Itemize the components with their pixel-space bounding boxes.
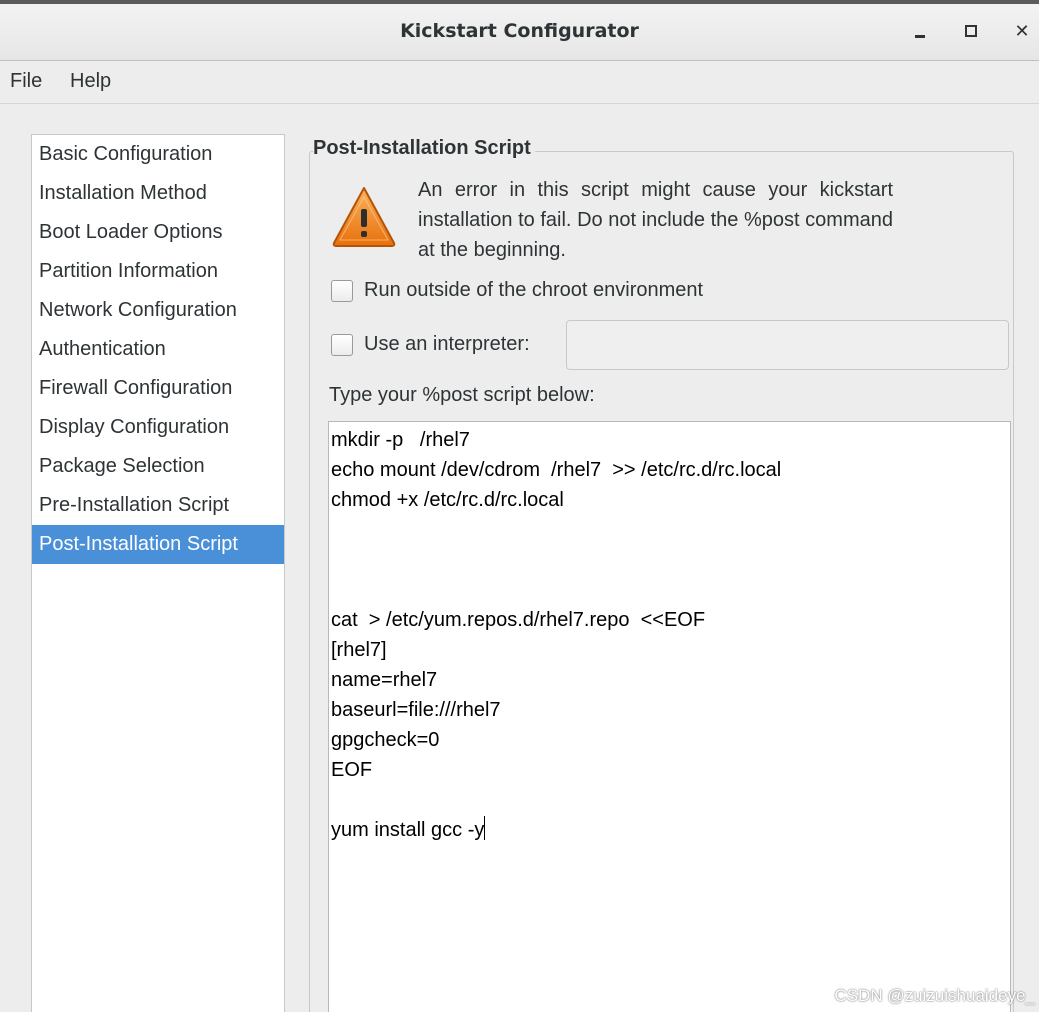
close-button[interactable]: ✕ [1008, 17, 1036, 45]
interpreter-option[interactable]: Use an interpreter: [331, 333, 530, 356]
chroot-option[interactable]: Run outside of the chroot environment [331, 279, 703, 302]
sidebar-item-installation-method[interactable]: Installation Method [32, 174, 284, 213]
script-line: name=rhel7 [331, 669, 438, 691]
close-icon: ✕ [1014, 20, 1030, 42]
script-line: baseurl=file:///rhel7 [331, 699, 501, 721]
script-line: cat > /etc/yum.repos.d/rhel7.repo <<EOF [331, 609, 706, 631]
chroot-checkbox[interactable] [331, 279, 353, 302]
script-line: chmod +x /etc/rc.d/rc.local [331, 489, 564, 511]
sidebar-item-partition-information[interactable]: Partition Information [32, 252, 284, 291]
panel-title: Post-Installation Script [313, 137, 535, 160]
script-line: yum install gcc -y [331, 815, 1010, 845]
background-window-edge [0, 0, 1039, 4]
sidebar-item-display-configuration[interactable]: Display Configuration [32, 408, 284, 447]
interpreter-checkbox[interactable] [331, 333, 353, 356]
sidebar-item-authentication[interactable]: Authentication [32, 330, 284, 369]
chroot-label: Run outside of the chroot environment [364, 279, 704, 301]
menu-help[interactable]: Help [70, 70, 111, 93]
sidebar-item-boot-loader-options[interactable]: Boot Loader Options [32, 213, 284, 252]
section-list: Basic Configuration Installation Method … [31, 134, 285, 1012]
minimize-button[interactable] [906, 17, 934, 45]
sidebar-item-post-installation-script[interactable]: Post-Installation Script [32, 525, 284, 564]
title-bar[interactable]: Kickstart Configurator ✕ [0, 0, 1039, 61]
script-line [331, 785, 1010, 815]
watermark: CSDN @zuizuishuaideye_ [834, 986, 1035, 1005]
sidebar-item-package-selection[interactable]: Package Selection [32, 447, 284, 486]
script-line: gpgcheck=0 [331, 729, 440, 751]
maximize-icon [965, 25, 977, 37]
menu-bar: File Help [0, 61, 1039, 104]
kickstart-window: Kickstart Configurator ✕ File Help Basic… [0, 0, 1039, 1012]
warning-triangle-icon [332, 187, 396, 247]
sidebar-item-network-configuration[interactable]: Network Configuration [32, 291, 284, 330]
script-line: EOF [331, 759, 373, 781]
sidebar-item-pre-installation-script[interactable]: Pre-Installation Script [32, 486, 284, 525]
window-title: Kickstart Configurator [400, 20, 639, 42]
interpreter-label: Use an interpreter: [364, 333, 530, 355]
script-line: mkdir -p /rhel7 [331, 429, 470, 451]
script-line [331, 515, 1010, 545]
minimize-icon [915, 34, 925, 38]
sidebar-item-firewall-configuration[interactable]: Firewall Configuration [32, 369, 284, 408]
interpreter-input[interactable] [566, 320, 1009, 370]
text-cursor [484, 816, 486, 840]
script-line: [rhel7] [331, 639, 387, 661]
sidebar-item-basic-configuration[interactable]: Basic Configuration [32, 135, 284, 174]
script-line [331, 545, 1010, 575]
menu-file[interactable]: File [10, 70, 42, 93]
script-label: Type your %post script below: [329, 384, 595, 406]
script-line: echo mount /dev/cdrom /rhel7 >> /etc/rc.… [331, 459, 782, 481]
script-line [331, 575, 1010, 605]
maximize-button[interactable] [957, 17, 985, 45]
script-text-area[interactable]: mkdir -p /rhel7 echo mount /dev/cdrom /rh… [328, 421, 1011, 1012]
warning-message: An error in this script might cause your… [418, 179, 893, 261]
